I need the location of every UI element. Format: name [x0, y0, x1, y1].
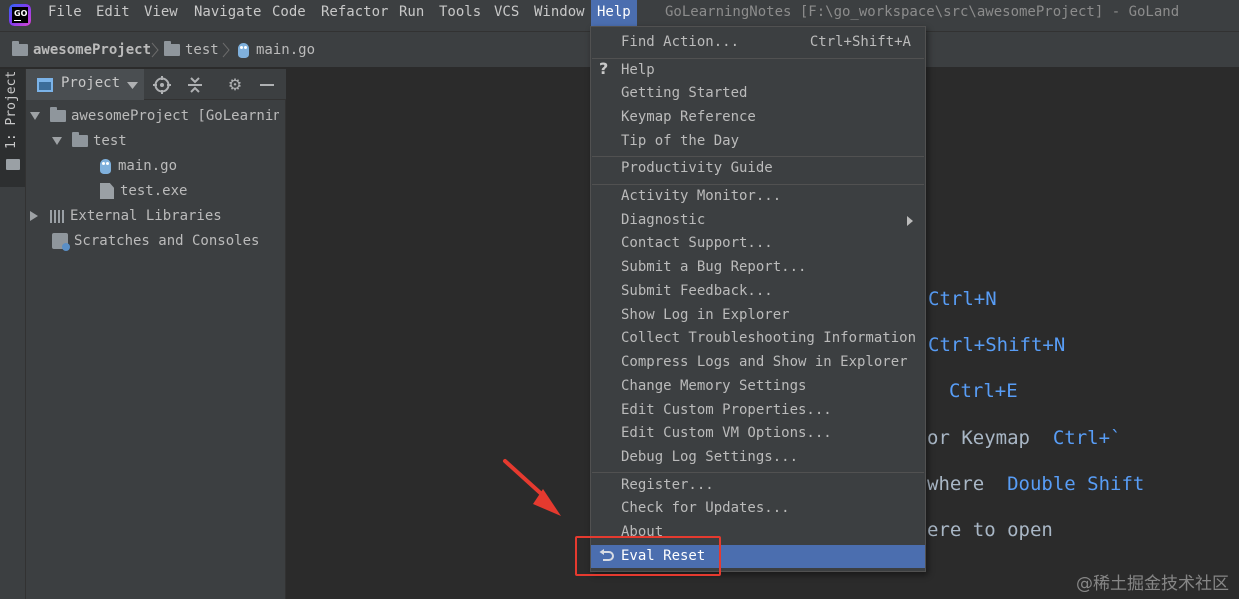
menu-file[interactable]: File — [48, 0, 82, 26]
menu-item-getting-started[interactable]: Getting Started — [591, 82, 925, 105]
project-view-icon — [37, 78, 53, 92]
breadcrumb-project[interactable]: awesomeProject — [12, 41, 151, 59]
menu-refactor[interactable]: Refactor — [321, 0, 388, 26]
expand-arrow-icon[interactable] — [30, 112, 40, 120]
folder-icon — [164, 41, 180, 56]
executable-file-icon — [100, 183, 114, 199]
tree-item-label: test.exe — [120, 183, 188, 199]
menu-item-find-action[interactable]: Find Action... Ctrl+Shift+A — [591, 31, 925, 54]
menu-item-compress-logs[interactable]: Compress Logs and Show in Explorer — [591, 351, 925, 374]
menu-code[interactable]: Code — [272, 0, 306, 26]
menu-item-show-log[interactable]: Show Log in Explorer — [591, 304, 925, 327]
folder-icon — [12, 41, 28, 56]
project-panel-header: Project ⚙ — [26, 69, 286, 100]
folder-icon — [6, 159, 20, 170]
menu-item-activity-monitor[interactable]: Activity Monitor... — [591, 185, 925, 208]
editor-hint-go-to-symbol: Ctrl+Shift+N — [928, 334, 1066, 356]
menu-item-check-updates[interactable]: Check for Updates... — [591, 497, 925, 520]
tree-item-test-exe[interactable]: test.exe — [100, 180, 187, 202]
menu-item-tip-of-the-day[interactable]: Tip of the Day — [591, 130, 925, 153]
minimize-icon[interactable] — [258, 76, 276, 94]
breadcrumb-folder[interactable]: test — [164, 41, 219, 59]
tree-item-external-libraries[interactable]: External Libraries — [30, 205, 222, 227]
project-tool-label: 1: Project — [4, 70, 19, 149]
expand-arrow-icon[interactable] — [30, 211, 38, 221]
editor-hint-go-to-file: Ctrl+N — [928, 288, 997, 310]
breadcrumb-label: test — [185, 42, 219, 58]
menu-vcs[interactable]: VCS — [494, 0, 519, 26]
annotation-highlight-box — [575, 536, 721, 576]
project-panel-title: Project — [61, 75, 121, 91]
help-dropdown-menu: Find Action... Ctrl+Shift+A ? Help Getti… — [590, 26, 926, 572]
breadcrumb-file[interactable]: main.go — [238, 41, 315, 59]
menu-item-edit-custom-vm-options[interactable]: Edit Custom VM Options... — [591, 422, 925, 445]
tree-item-scratches[interactable]: Scratches and Consoles — [52, 230, 259, 252]
chevron-right-icon — [222, 42, 230, 58]
locate-icon[interactable] — [153, 76, 171, 94]
tool-window-stripe: 1: Project — [0, 69, 26, 599]
go-file-icon — [100, 158, 111, 174]
window-title: GoLearningNotes [F:\go_workspace\src\awe… — [665, 4, 1180, 20]
shortcut-label: Ctrl+Shift+A — [809, 34, 911, 50]
menu-window[interactable]: Window — [534, 0, 585, 26]
menu-item-help[interactable]: ? Help — [591, 59, 925, 82]
menu-separator — [592, 472, 924, 473]
tree-item-label: test — [93, 133, 127, 149]
folder-icon — [50, 107, 66, 122]
menu-item-contact-support[interactable]: Contact Support... — [591, 232, 925, 255]
project-view-selector[interactable]: Project — [26, 69, 144, 100]
menu-item-productivity-guide[interactable]: Productivity Guide — [591, 157, 925, 180]
tree-item-main-go[interactable]: main.go — [100, 155, 177, 177]
breadcrumb-label: awesomeProject — [33, 42, 152, 58]
annotation-arrow-icon — [503, 459, 561, 516]
tree-item-label: External Libraries — [70, 208, 222, 224]
menu-view[interactable]: View — [144, 0, 178, 26]
editor-hint-recent-files: Ctrl+E — [949, 380, 1018, 402]
menu-item-change-memory[interactable]: Change Memory Settings — [591, 375, 925, 398]
tree-item-label: main.go — [118, 158, 178, 174]
goland-logo-icon[interactable]: GO — [9, 4, 31, 26]
menu-item-debug-log-settings[interactable]: Debug Log Settings... — [591, 446, 925, 469]
tree-item-project-root[interactable]: awesomeProject [GoLearningNotes] — [30, 105, 279, 127]
menu-tools[interactable]: Tools — [439, 0, 481, 26]
library-icon — [50, 209, 64, 223]
editor-hint-search-everywhere: where Double Shift — [927, 473, 1145, 495]
project-tool-button[interactable]: 1: Project — [0, 69, 25, 187]
menu-item-submit-feedback[interactable]: Submit Feedback... — [591, 280, 925, 303]
gear-icon[interactable]: ⚙ — [226, 76, 244, 94]
chevron-down-icon — [127, 82, 138, 89]
question-mark-icon: ? — [599, 59, 609, 78]
watermark: @稀土掘金技术社区 — [1076, 574, 1229, 594]
project-panel: Project ⚙ awesomeProject [GoLearningNote… — [26, 69, 286, 599]
go-file-icon — [238, 42, 249, 58]
menu-run[interactable]: Run — [399, 0, 424, 26]
menu-item-register[interactable]: Register... — [591, 474, 925, 497]
menu-item-submit-bug-report[interactable]: Submit a Bug Report... — [591, 256, 925, 279]
menu-item-edit-custom-properties[interactable]: Edit Custom Properties... — [591, 399, 925, 422]
breadcrumb-label: main.go — [256, 42, 316, 58]
menu-edit[interactable]: Edit — [96, 0, 130, 26]
submenu-arrow-icon — [907, 216, 913, 226]
expand-arrow-icon[interactable] — [52, 137, 62, 145]
editor-hint-keymap: or Keymap Ctrl+` — [927, 427, 1122, 449]
folder-icon — [72, 132, 88, 147]
menu-item-keymap-reference[interactable]: Keymap Reference — [591, 106, 925, 129]
collapse-all-icon[interactable] — [186, 76, 204, 94]
scratches-icon — [52, 233, 70, 251]
chevron-right-icon — [151, 42, 159, 58]
tree-item-test-folder[interactable]: test — [52, 130, 127, 152]
editor-hint-drop-files: ere to open — [927, 519, 1053, 541]
menu-item-collect-troubleshooting[interactable]: Collect Troubleshooting Information — [591, 327, 925, 350]
menu-item-diagnostic[interactable]: Diagnostic — [591, 209, 925, 232]
tree-item-label: awesomeProject [GoLearningNotes] — [71, 108, 279, 124]
tree-item-label: Scratches and Consoles — [74, 233, 260, 249]
menu-navigate[interactable]: Navigate — [194, 0, 261, 26]
